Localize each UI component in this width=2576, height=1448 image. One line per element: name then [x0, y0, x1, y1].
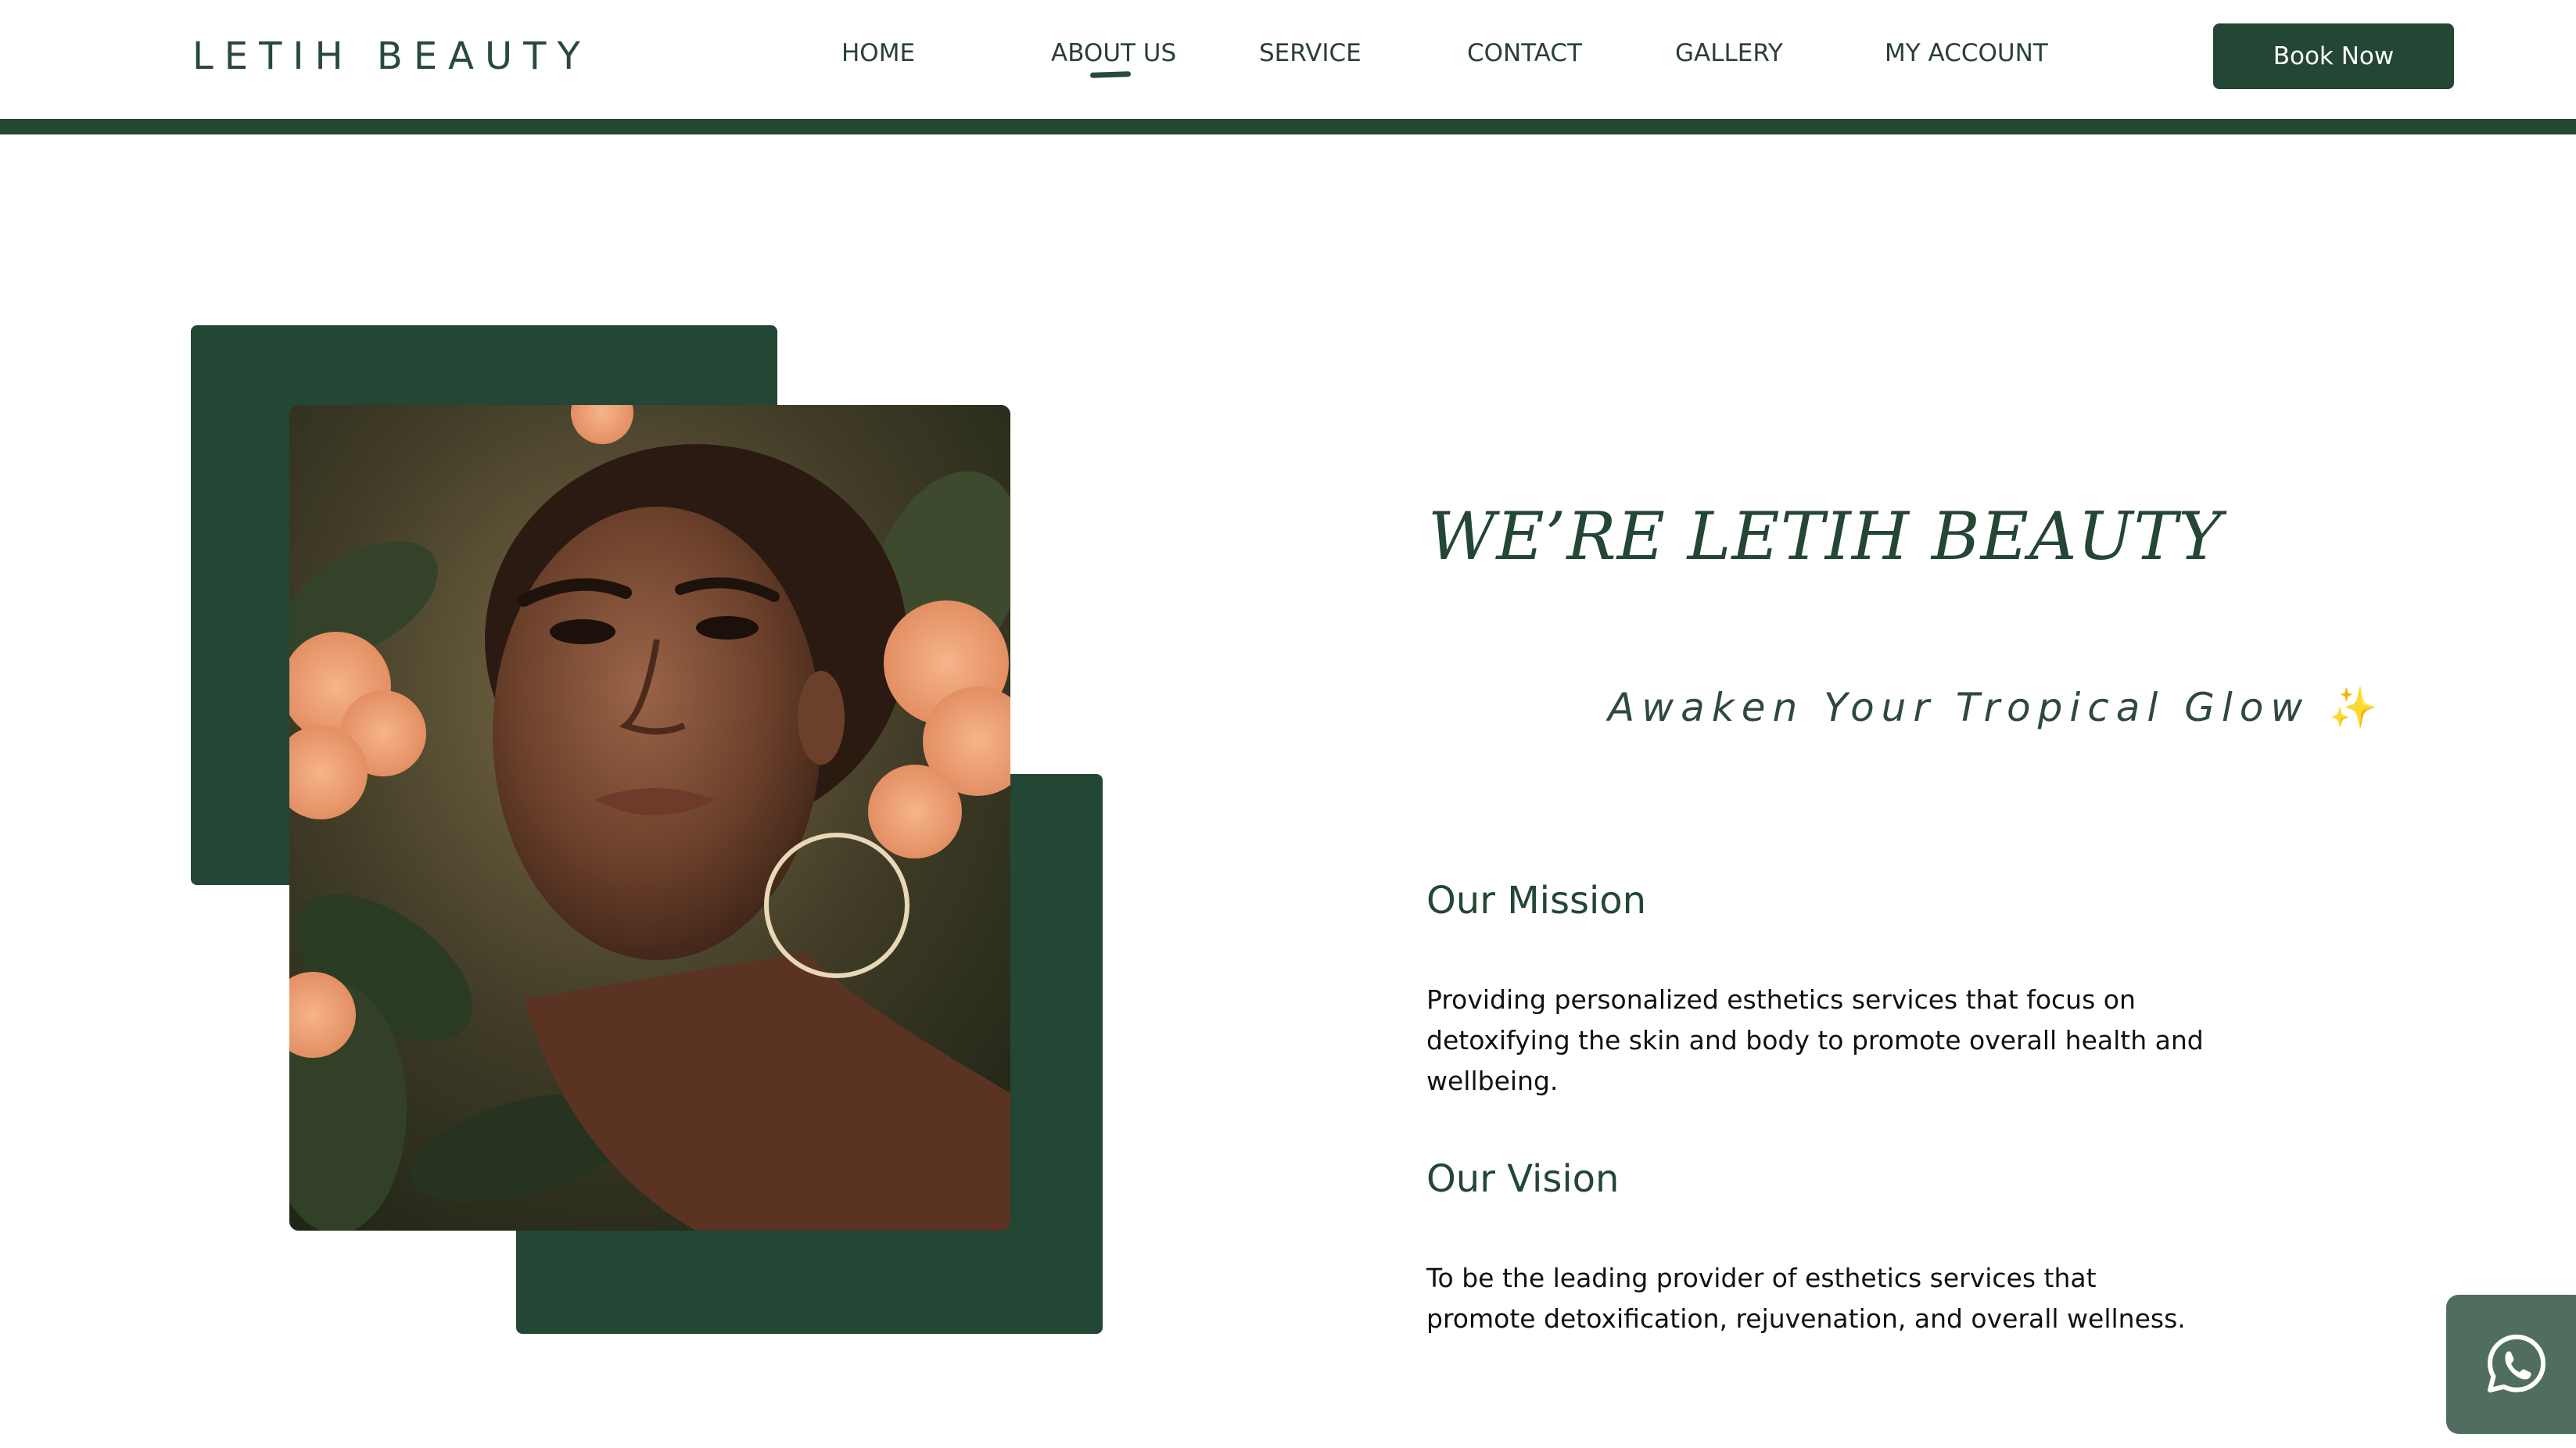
site-logo[interactable]: LETIH BEAUTY [192, 33, 591, 80]
mission-text: Providing personalized esthetics service… [1426, 984, 2204, 1096]
vision-text: To be the leading provider of esthetics … [1426, 1263, 2186, 1334]
whatsapp-chat-button[interactable] [2446, 1295, 2576, 1434]
whatsapp-icon [2488, 1335, 2546, 1392]
vision-title: Our Vision [1426, 1157, 1620, 1201]
nav-item-gallery[interactable]: GALLERY [1675, 38, 1783, 69]
nav-item-contact[interactable]: CONTACT [1467, 38, 1582, 69]
nav-item-service[interactable]: SERVICE [1259, 38, 1362, 69]
nav-item-my-account[interactable]: MY ACCOUNT [1885, 38, 2048, 69]
nav-item-home[interactable]: HOME [841, 38, 915, 69]
mission-title: Our Mission [1426, 879, 1647, 923]
portrait-photo [289, 405, 1010, 1231]
nav-item-about-us[interactable]: ABOUT US [1051, 38, 1176, 69]
header-divider-bar [0, 119, 2576, 134]
active-nav-indicator [1089, 71, 1132, 78]
sparkle-icon: ✨ [2329, 685, 2385, 730]
site-header: LETIH BEAUTY HOME ABOUT US SERVICE CONTA… [0, 0, 2576, 119]
about-headline: WE’RE LETIH BEAUTY [1428, 498, 2223, 575]
tagline-text: Awaken Your Tropical Glow [1608, 685, 2310, 730]
book-now-button[interactable]: Book Now [2213, 23, 2454, 89]
tagline: Awaken Your Tropical Glow ✨ [1608, 680, 2384, 735]
